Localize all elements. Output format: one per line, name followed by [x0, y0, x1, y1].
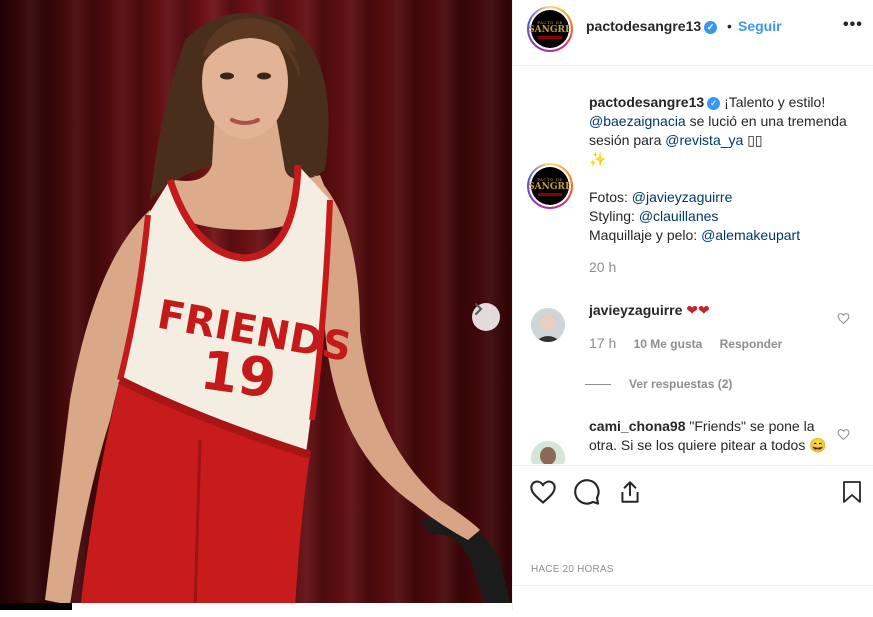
- caption-username[interactable]: pactodesangre13: [589, 94, 704, 110]
- post-header: PACTO DE SANGRE pactodesangre13 ✓ • Segui…: [513, 0, 873, 66]
- shirt-number-text: 19: [197, 338, 280, 411]
- mention-link[interactable]: @revista_ya: [665, 132, 743, 148]
- avatar[interactable]: [531, 441, 565, 464]
- photo-bottom-strip: [0, 603, 512, 610]
- header-username[interactable]: pactodesangre13 ✓: [586, 18, 718, 34]
- chevron-right-icon: [475, 303, 483, 315]
- reply-button[interactable]: Responder: [720, 337, 783, 351]
- post-timestamp[interactable]: HACE 20 HORAS: [531, 564, 614, 575]
- next-photo-button[interactable]: [472, 303, 500, 331]
- like-comment-heart-icon[interactable]: [837, 428, 850, 441]
- comment-item: cami_chona98 "Friends" se pone la otra. …: [589, 417, 829, 455]
- comment-likes[interactable]: 10 Me gusta: [634, 337, 703, 351]
- mention-link[interactable]: @alemakeupart: [701, 227, 800, 243]
- bookmark-icon[interactable]: [840, 478, 864, 506]
- comment-item: javieyzaguirre ❤❤: [589, 301, 829, 320]
- sparkle-emoji: ✨: [589, 151, 607, 167]
- post-sidebar: PACTO DE SANGRE pactodesangre13 ✓ • Segui…: [512, 0, 873, 610]
- post-caption: pactodesangre13 ✓ ¡Talento y estilo! @bae…: [589, 94, 847, 243]
- mention-link[interactable]: @javieyzaguirre: [632, 189, 733, 205]
- view-replies-button[interactable]: Ver respuestas (2): [585, 377, 732, 391]
- post-photo: FRIENDS 19: [0, 0, 512, 610]
- comment-text: ❤❤: [686, 302, 710, 318]
- like-comment-heart-icon[interactable]: [837, 312, 850, 325]
- photo-illustration: FRIENDS 19: [45, 12, 512, 610]
- more-options-button[interactable]: •••: [843, 16, 863, 34]
- mention-link[interactable]: @baezaignacia: [589, 113, 686, 129]
- share-icon[interactable]: [617, 478, 643, 506]
- comments-area[interactable]: PACTO DE SANGRE pactodesangre13 ✓ ¡Talent…: [513, 67, 873, 464]
- verified-icon: ✓: [704, 20, 718, 34]
- pacto-logo: PACTO DE SANGRE: [528, 10, 572, 48]
- comment-time[interactable]: 17 h: [589, 335, 616, 351]
- comment-icon[interactable]: [573, 478, 601, 506]
- pacto-logo: PACTO DE SANGRE: [528, 167, 572, 205]
- header-separator: •: [727, 18, 732, 34]
- heart-icon[interactable]: [529, 478, 557, 506]
- mention-link[interactable]: @clauillanes: [639, 208, 719, 224]
- header-avatar[interactable]: PACTO DE SANGRE: [527, 6, 573, 52]
- avatar[interactable]: [531, 308, 565, 342]
- verified-icon: ✓: [707, 96, 721, 110]
- comment-username[interactable]: javieyzaguirre: [589, 302, 682, 318]
- comment-username[interactable]: cami_chona98: [589, 418, 686, 434]
- follow-button[interactable]: Seguir: [738, 18, 782, 34]
- divider: [513, 585, 873, 586]
- comment-meta: 17 h 10 Me gusta Responder: [589, 335, 796, 351]
- action-bar: HACE 20 HORAS: [513, 465, 873, 585]
- caption-time[interactable]: 20 h: [589, 259, 616, 275]
- caption-avatar[interactable]: PACTO DE SANGRE: [527, 163, 573, 209]
